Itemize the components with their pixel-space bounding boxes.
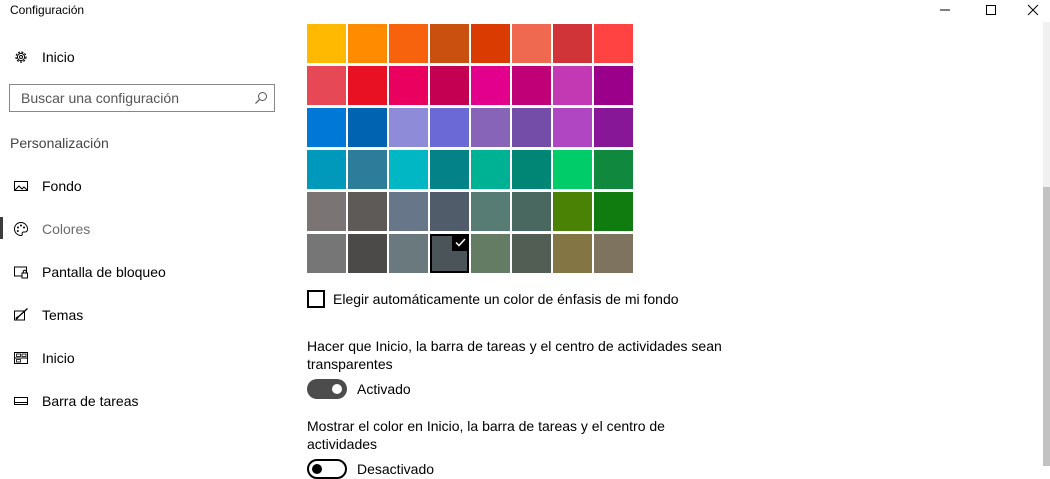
scroll-thumb[interactable] (1043, 187, 1050, 466)
sidebar-item-label: Fondo (42, 178, 82, 194)
sidebar-item-inicio[interactable]: Inicio (0, 343, 290, 373)
color-swatch[interactable] (512, 66, 551, 105)
color-swatch[interactable] (348, 150, 387, 189)
sidebar-item-label: Pantalla de bloqueo (42, 264, 166, 280)
color-swatch[interactable] (430, 108, 469, 147)
color-swatch[interactable] (512, 150, 551, 189)
color-swatch[interactable] (348, 66, 387, 105)
maximize-button[interactable] (968, 0, 1014, 20)
show-color-line-2: actividades (307, 436, 378, 452)
color-swatch[interactable] (553, 24, 592, 63)
transparency-description: Hacer que Inicio, la barra de tareas y e… (307, 337, 727, 373)
minimize-button[interactable] (922, 0, 968, 20)
color-swatch[interactable] (553, 66, 592, 105)
color-swatch[interactable] (471, 234, 510, 273)
color-swatch[interactable] (430, 234, 469, 273)
lock-screen-icon (13, 264, 29, 280)
sidebar-item-colores[interactable]: Colores (0, 214, 290, 244)
maximize-icon (986, 5, 996, 15)
color-swatch[interactable] (553, 108, 592, 147)
close-button[interactable] (1010, 0, 1050, 20)
color-swatch[interactable] (389, 24, 428, 63)
color-swatch[interactable] (594, 108, 633, 147)
color-swatch[interactable] (307, 234, 346, 273)
app-title: Configuración (10, 3, 85, 17)
color-swatch[interactable] (553, 234, 592, 273)
color-swatch[interactable] (348, 24, 387, 63)
color-swatch[interactable] (471, 24, 510, 63)
show-color-line-1: Mostrar el color en Inicio, la barra de … (307, 418, 665, 434)
sidebar-item-pantalla-de-bloqueo[interactable]: Pantalla de bloqueo (0, 257, 290, 287)
sidebar-item-label: Temas (42, 307, 84, 323)
color-swatch[interactable] (307, 150, 346, 189)
toggle-knob (332, 384, 342, 394)
color-swatch[interactable] (430, 192, 469, 231)
sidebar-item-label: Colores (42, 221, 91, 237)
sidebar-item-label: Inicio (42, 350, 75, 366)
color-swatch[interactable] (389, 192, 428, 231)
transparency-line-1: Hacer que Inicio, la barra de tareas y e… (307, 338, 722, 354)
color-swatch[interactable] (389, 108, 428, 147)
color-swatch[interactable] (594, 66, 633, 105)
gear-icon (13, 49, 29, 65)
search-placeholder: Buscar una configuración (21, 90, 179, 106)
minimize-icon (940, 9, 950, 11)
color-swatch[interactable] (471, 192, 510, 231)
color-swatch[interactable] (594, 24, 633, 63)
auto-accent-label: Elegir automáticamente un color de énfas… (333, 291, 679, 307)
show-color-description: Mostrar el color en Inicio, la barra de … (307, 417, 727, 453)
color-swatch[interactable] (430, 66, 469, 105)
sidebar-item-home[interactable]: Inicio (0, 42, 290, 72)
color-swatch[interactable] (430, 150, 469, 189)
color-swatch[interactable] (348, 108, 387, 147)
taskbar-icon (13, 393, 29, 409)
color-swatch[interactable] (348, 192, 387, 231)
color-swatch[interactable] (430, 24, 469, 63)
color-swatch[interactable] (389, 150, 428, 189)
color-swatch[interactable] (512, 24, 551, 63)
sidebar-item-temas[interactable]: Temas (0, 300, 290, 330)
sidebar-item-label: Inicio (42, 49, 75, 65)
transparency-state-label: Activado (357, 381, 411, 397)
color-swatch[interactable] (553, 150, 592, 189)
color-swatch[interactable] (512, 192, 551, 231)
transparency-line-2: transparentes (307, 356, 393, 372)
search-icon[interactable] (253, 90, 269, 106)
color-swatch[interactable] (471, 66, 510, 105)
show-color-toggle[interactable] (307, 459, 347, 479)
color-swatch[interactable] (594, 192, 633, 231)
color-swatch[interactable] (594, 234, 633, 273)
color-swatch[interactable] (512, 108, 551, 147)
color-swatch[interactable] (389, 66, 428, 105)
color-swatch[interactable] (512, 234, 551, 273)
scrollbar[interactable] (1043, 22, 1050, 466)
color-swatch[interactable] (348, 234, 387, 273)
section-title: Personalización (10, 135, 109, 151)
sidebar-item-label: Barra de tareas (42, 393, 139, 409)
color-swatch[interactable] (471, 108, 510, 147)
show-color-state-label: Desactivado (357, 461, 435, 477)
picture-icon (13, 178, 29, 194)
checkmark-icon (452, 234, 469, 251)
title-bar: Configuración (0, 0, 1050, 22)
color-swatch[interactable] (307, 192, 346, 231)
color-swatch[interactable] (594, 150, 633, 189)
color-swatch[interactable] (307, 108, 346, 147)
themes-icon (13, 307, 29, 323)
sidebar-item-barra-de-tareas[interactable]: Barra de tareas (0, 386, 290, 416)
search-input[interactable]: Buscar una configuración (9, 84, 275, 112)
color-swatch[interactable] (471, 150, 510, 189)
sidebar: Inicio Buscar una configuración Personal… (0, 22, 290, 466)
color-swatch[interactable] (307, 24, 346, 63)
palette-icon (13, 221, 29, 237)
sidebar-item-fondo[interactable]: Fondo (0, 171, 290, 201)
color-swatch[interactable] (389, 234, 428, 273)
close-icon (1027, 4, 1039, 16)
transparency-toggle[interactable] (307, 379, 347, 399)
color-swatch[interactable] (553, 192, 592, 231)
start-icon (13, 350, 29, 366)
color-swatch[interactable] (307, 66, 346, 105)
auto-accent-checkbox[interactable] (307, 290, 325, 308)
